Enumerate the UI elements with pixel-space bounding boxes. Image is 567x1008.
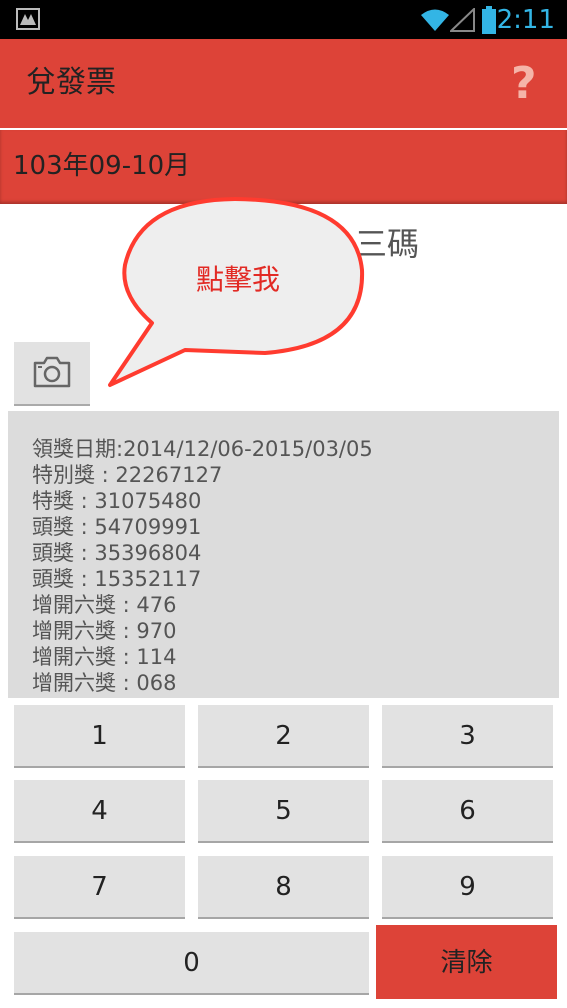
wifi-icon <box>421 9 449 31</box>
signal-icon <box>450 8 475 32</box>
camera-icon <box>33 356 71 388</box>
info-line: 特獎 : 31075480 <box>32 489 202 513</box>
callout-text: 點擊我 <box>196 263 281 296</box>
status-time: 2:11 <box>496 5 555 35</box>
clear-button[interactable]: 清除 <box>376 925 557 999</box>
key-3-button[interactable]: 3 <box>382 705 553 768</box>
gallery-notification-icon <box>16 8 40 30</box>
key-8-button[interactable]: 8 <box>198 856 369 919</box>
help-icon[interactable]: ? <box>511 59 545 109</box>
info-line: 增開六獎 : 476 <box>32 593 177 617</box>
info-line: 頭獎 : 35396804 <box>32 541 202 565</box>
prize-info-list: 領獎日期:2014/12/06-2015/03/05 特別獎 : 2226712… <box>32 436 373 696</box>
info-line: 增開六獎 : 068 <box>32 671 177 695</box>
key-6-button[interactable]: 6 <box>382 780 553 843</box>
info-line: 頭獎 : 15352117 <box>32 567 202 591</box>
app-title: 兌發票 <box>26 65 116 100</box>
key-1-button[interactable]: 1 <box>14 705 185 768</box>
key-7-button[interactable]: 7 <box>14 856 185 919</box>
key-2-button[interactable]: 2 <box>198 705 369 768</box>
key-0-button[interactable]: 0 <box>14 932 369 995</box>
status-bar: 2:11 <box>0 0 567 39</box>
info-line: 特別獎 : 22267127 <box>32 463 223 487</box>
app-bar: 兌發票 ? <box>0 39 567 128</box>
key-9-button[interactable]: 9 <box>382 856 553 919</box>
key-5-button[interactable]: 5 <box>198 780 369 843</box>
info-line: 頭獎 : 54709991 <box>32 515 202 539</box>
camera-button[interactable] <box>14 342 90 406</box>
key-4-button[interactable]: 4 <box>14 780 185 843</box>
info-line: 增開六獎 : 114 <box>32 645 177 669</box>
period-bar[interactable]: 103年09-10月 <box>0 130 567 204</box>
info-line: 領獎日期:2014/12/06-2015/03/05 <box>32 437 373 461</box>
battery-icon <box>482 6 496 34</box>
prize-info-panel: 領獎日期:2014/12/06-2015/03/05 特別獎 : 2226712… <box>8 411 559 698</box>
period-label: 103年09-10月 <box>13 151 191 181</box>
info-line: 增開六獎 : 970 <box>32 619 177 643</box>
